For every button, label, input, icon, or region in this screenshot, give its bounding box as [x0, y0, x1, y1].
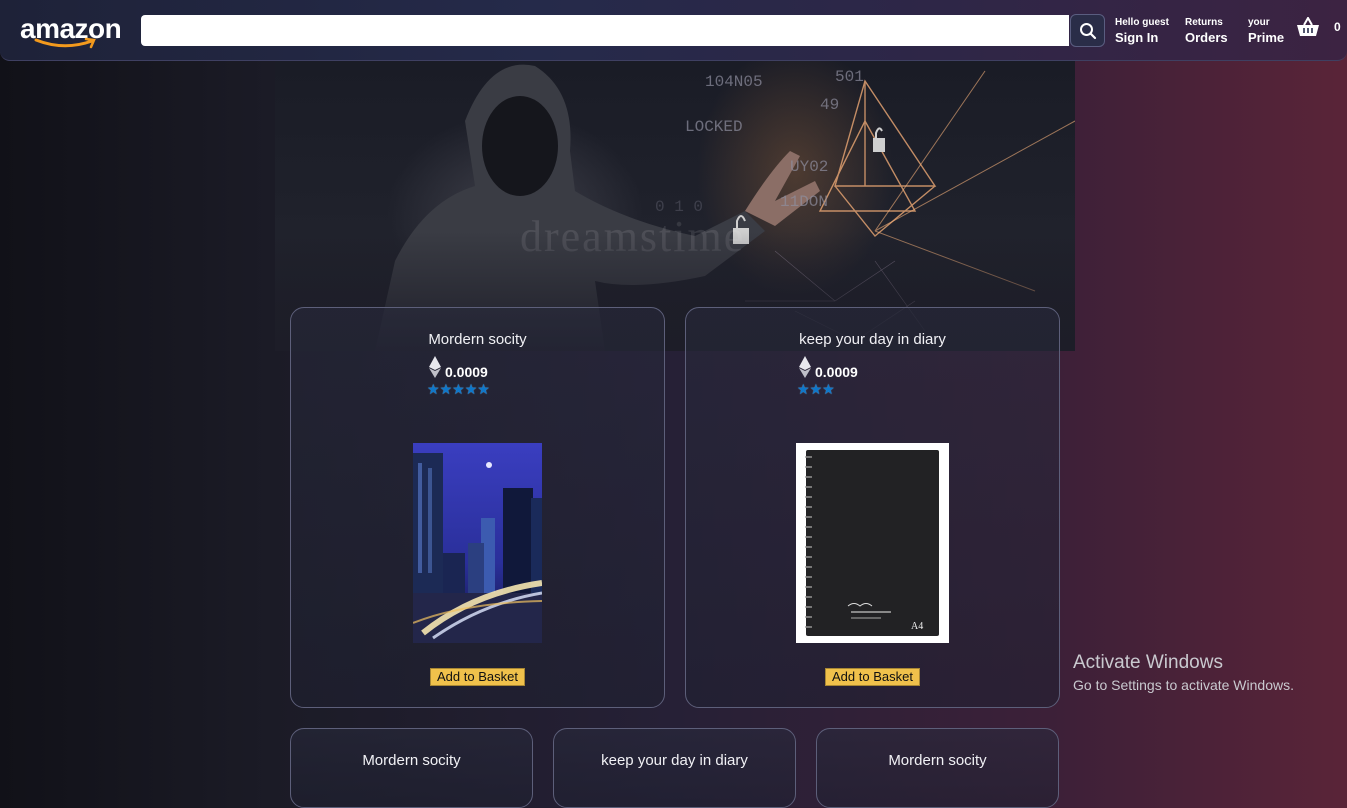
nav-sign-in[interactable]: Hello guest Sign In: [1115, 17, 1169, 46]
product-card: keep your day in diary: [553, 728, 796, 808]
windows-activation-watermark: Activate Windows Go to Settings to activ…: [1073, 652, 1294, 696]
notebook-label: A4: [911, 621, 923, 632]
smile-arrow-icon: [34, 37, 96, 49]
product-price: 0.0009: [798, 356, 858, 380]
product-price: 0.0009: [428, 356, 488, 380]
search-button[interactable]: [1070, 14, 1105, 47]
svg-text:104N05: 104N05: [705, 73, 763, 91]
product-image[interactable]: A4: [796, 443, 949, 643]
svg-text:49: 49: [820, 96, 839, 114]
price-value: 0.0009: [815, 364, 858, 380]
product-image[interactable]: [413, 443, 542, 643]
star-icon: ★: [822, 381, 835, 397]
search-icon: [1079, 22, 1096, 39]
star-icon: ★: [809, 381, 823, 397]
nav-prime-line1: your: [1248, 17, 1270, 28]
basket-button[interactable]: 0: [1296, 17, 1341, 37]
activation-title: Activate Windows: [1073, 652, 1223, 673]
nav-sign-in-line1: Hello guest: [1115, 17, 1169, 28]
product-card: Mordern socity 0.0009 ★ ★ ★ ★ ★ Add to B…: [290, 307, 665, 708]
nav-prime[interactable]: your Prime: [1248, 17, 1284, 46]
price-value: 0.0009: [445, 364, 488, 380]
star-icon: ★: [427, 381, 440, 397]
product-title: Mordern socity: [888, 752, 987, 769]
rating-stars: ★ ★ ★: [797, 382, 835, 396]
nav-orders-line1: Returns: [1185, 17, 1223, 28]
star-icon: ★: [439, 381, 453, 397]
product-card: Mordern socity: [290, 728, 533, 808]
nav-sign-in-line2: Sign In: [1115, 30, 1159, 45]
svg-text:11DON: 11DON: [780, 193, 828, 211]
rating-stars: ★ ★ ★ ★ ★: [427, 382, 490, 396]
product-title: Mordern socity: [428, 331, 527, 348]
basket-count: 0: [1334, 20, 1341, 34]
activation-subtitle: Go to Settings to activate Windows.: [1073, 677, 1294, 693]
nav-orders[interactable]: Returns Orders: [1185, 17, 1228, 46]
ethereum-icon: [799, 356, 811, 378]
product-title: keep your day in diary: [799, 331, 946, 348]
amazon-logo[interactable]: amazon: [20, 13, 122, 51]
product-title: keep your day in diary: [601, 752, 748, 769]
svg-text:501: 501: [835, 68, 864, 86]
ethereum-icon: [429, 356, 441, 378]
product-card: keep your day in diary 0.0009 ★ ★ ★ A4 A…: [685, 307, 1060, 708]
nav-prime-line2: Prime: [1248, 30, 1285, 45]
nav-orders-line2: Orders: [1185, 30, 1228, 45]
svg-text:LOCKED: LOCKED: [685, 118, 743, 136]
top-header: amazon Hello guest Sign In Returns Order…: [0, 0, 1347, 61]
star-icon: ★: [797, 381, 810, 397]
search-input[interactable]: [141, 15, 1069, 46]
product-card: Mordern socity: [816, 728, 1059, 808]
basket-icon: [1297, 17, 1319, 36]
add-to-basket-button[interactable]: Add to Basket: [825, 668, 920, 686]
product-title: Mordern socity: [362, 752, 461, 769]
add-to-basket-button[interactable]: Add to Basket: [430, 668, 525, 686]
star-icon: ★: [464, 381, 478, 397]
star-icon: ★: [477, 381, 490, 397]
svg-text:UY02: UY02: [790, 158, 828, 176]
star-icon: ★: [452, 381, 465, 397]
